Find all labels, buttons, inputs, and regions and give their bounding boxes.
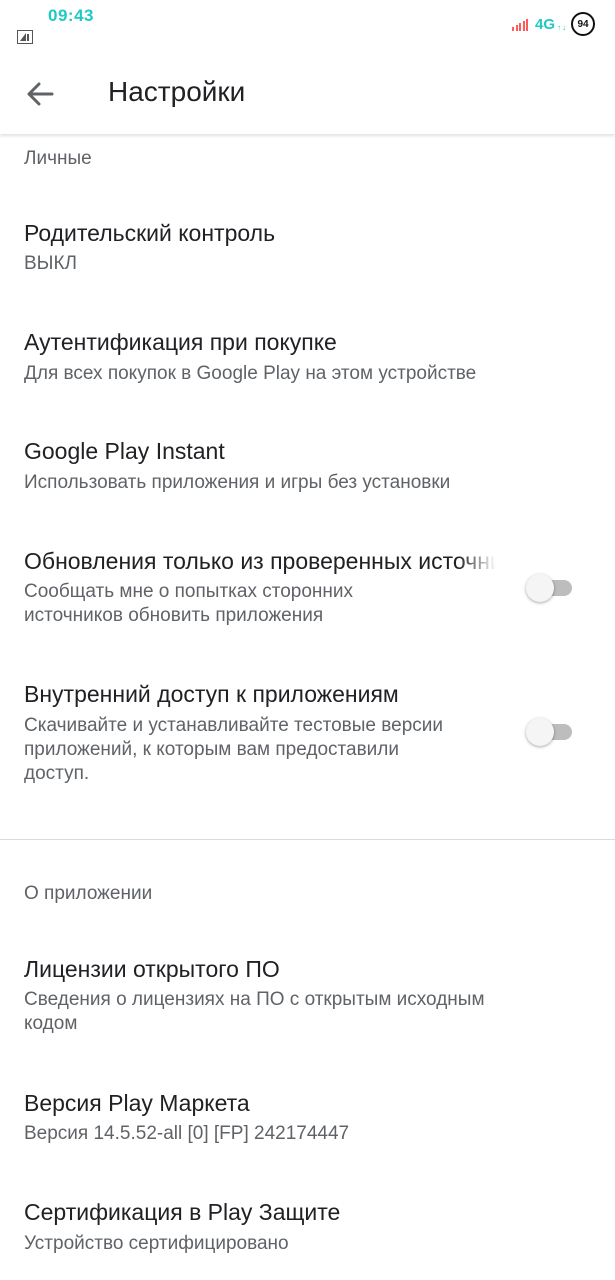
setting-summary: Устройство сертифицировано <box>24 1233 289 1254</box>
verified-updates-toggle[interactable] <box>526 573 576 603</box>
status-time: 09:43 <box>48 6 94 25</box>
toggle-thumb <box>526 718 554 746</box>
setting-summary: ВЫКЛ <box>24 253 78 274</box>
setting-summary: Использовать приложения и игры без устан… <box>24 472 451 493</box>
app-bar: Настройки <box>0 52 615 134</box>
battery-level: 94 <box>577 18 589 30</box>
arrow-back-icon[interactable] <box>22 76 58 112</box>
setting-title: Лицензии открытого ПО <box>24 956 280 982</box>
setting-title: Google Play Instant <box>24 438 225 464</box>
internal-app-sharing-toggle[interactable] <box>526 717 576 747</box>
setting-purchase-authentication[interactable]: Аутентификация при покупке Для всех поку… <box>0 316 615 416</box>
setting-summary: Сведения о лицензиях на ПО с открытым ис… <box>24 989 485 1034</box>
setting-title: Внутренний доступ к приложениям <box>24 681 399 707</box>
setting-google-play-instant[interactable]: Google Play Instant Использовать приложе… <box>0 426 615 526</box>
setting-title: Сертификация в Play Защите <box>24 1199 341 1225</box>
section-divider <box>0 839 615 840</box>
setting-title: Версия Play Маркета <box>24 1090 250 1116</box>
setting-parental-controls[interactable]: Родительский контроль ВЫКЛ <box>0 206 615 306</box>
notification-icon <box>17 30 33 44</box>
setting-summary: Для всех покупок в Google Play на этом у… <box>24 363 477 384</box>
status-bar: 09:43 4G ↑↓ 94 <box>0 0 615 52</box>
battery-icon: 94 <box>571 12 595 36</box>
network-type: 4G <box>534 15 555 33</box>
setting-summary: Сообщать мне о попытках сторонних источн… <box>24 581 354 626</box>
setting-title: Обновления только из проверенных источни… <box>24 548 496 574</box>
data-activity-icon: ↑↓ <box>557 22 567 32</box>
setting-open-source-licenses[interactable]: Лицензии открытого ПО Сведения о лицензи… <box>0 944 615 1044</box>
signal-icon <box>512 17 530 31</box>
toggle-thumb <box>526 574 554 602</box>
setting-play-store-version[interactable]: Версия Play Маркета Версия 14.5.52-all [… <box>0 1079 615 1179</box>
section-header-personal: Личные <box>24 148 92 169</box>
setting-summary: Скачивайте и устанавливайте тестовые вер… <box>24 715 444 784</box>
setting-title: Аутентификация при покупке <box>24 329 337 355</box>
setting-verified-updates[interactable]: Обновления только из проверенных источни… <box>0 536 615 656</box>
setting-internal-app-sharing[interactable]: Внутренний доступ к приложениям Скачивай… <box>0 679 615 804</box>
section-header-about: О приложении <box>24 883 153 904</box>
page-title: Настройки <box>108 76 246 107</box>
setting-play-protect-certification[interactable]: Сертификация в Play Защите Устройство се… <box>0 1189 615 1279</box>
setting-title: Родительский контроль <box>24 220 276 246</box>
setting-summary: Версия 14.5.52-all [0] [FP] 242174447 <box>24 1123 350 1144</box>
